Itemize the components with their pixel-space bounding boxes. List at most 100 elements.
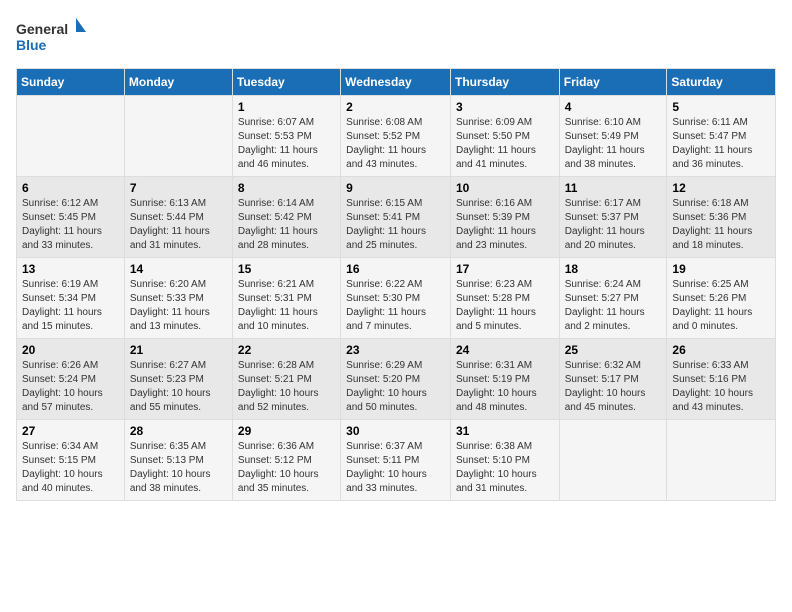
calendar-cell — [559, 420, 667, 501]
calendar-cell: 14 Sunrise: 6:20 AM Sunset: 5:33 PM Dayli… — [124, 258, 232, 339]
calendar-cell: 15 Sunrise: 6:21 AM Sunset: 5:31 PM Dayli… — [232, 258, 340, 339]
day-info: Sunrise: 6:22 AM Sunset: 5:30 PM Dayligh… — [346, 278, 445, 334]
calendar-cell: 30 Sunrise: 6:37 AM Sunset: 5:11 PM Dayli… — [341, 420, 451, 501]
calendar-cell: 20Sunrise: 6:26 AM Sunset: 5:24 PM Dayli… — [17, 339, 125, 420]
day-number: 24 — [456, 343, 554, 357]
day-info: Sunrise: 6:29 AM Sunset: 5:20 PM Dayligh… — [346, 359, 445, 415]
day-number: 29 — [238, 424, 335, 438]
day-number: 19 — [672, 262, 770, 276]
day-info: Sunrise: 6:26 AM Sunset: 5:24 PM Dayligh… — [22, 359, 119, 415]
day-header-tuesday: Tuesday — [232, 69, 340, 96]
calendar-week-row: 13 Sunrise: 6:19 AM Sunset: 5:34 PM Dayli… — [17, 258, 776, 339]
day-number: 9 — [346, 181, 445, 195]
day-number: 8 — [238, 181, 335, 195]
day-info: Sunrise: 6:36 AM Sunset: 5:12 PM Dayligh… — [238, 440, 335, 496]
day-number: 23 — [346, 343, 445, 357]
calendar-cell: 19Sunrise: 6:25 AM Sunset: 5:26 PM Dayli… — [667, 258, 776, 339]
day-number: 27 — [22, 424, 119, 438]
day-number: 5 — [672, 100, 770, 114]
day-number: 7 — [130, 181, 227, 195]
calendar-cell: 18Sunrise: 6:24 AM Sunset: 5:27 PM Dayli… — [559, 258, 667, 339]
day-info: Sunrise: 6:34 AM Sunset: 5:15 PM Dayligh… — [22, 440, 119, 496]
calendar-cell: 4 Sunrise: 6:10 AM Sunset: 5:49 PM Daylig… — [559, 96, 667, 177]
day-info: Sunrise: 6:37 AM Sunset: 5:11 PM Dayligh… — [346, 440, 445, 496]
calendar-week-row: 20Sunrise: 6:26 AM Sunset: 5:24 PM Dayli… — [17, 339, 776, 420]
day-number: 15 — [238, 262, 335, 276]
day-info: Sunrise: 6:28 AM Sunset: 5:21 PM Dayligh… — [238, 359, 335, 415]
calendar-cell: 22 Sunrise: 6:28 AM Sunset: 5:21 PM Dayli… — [232, 339, 340, 420]
day-number: 1 — [238, 100, 335, 114]
calendar-cell: 9 Sunrise: 6:15 AM Sunset: 5:41 PM Daylig… — [341, 177, 451, 258]
day-number: 18 — [565, 262, 662, 276]
day-number: 4 — [565, 100, 662, 114]
day-info: Sunrise: 6:32 AM Sunset: 5:17 PM Dayligh… — [565, 359, 662, 415]
day-header-monday: Monday — [124, 69, 232, 96]
day-info: Sunrise: 6:27 AM Sunset: 5:23 PM Dayligh… — [130, 359, 227, 415]
day-header-saturday: Saturday — [667, 69, 776, 96]
calendar-cell: 12Sunrise: 6:18 AM Sunset: 5:36 PM Dayli… — [667, 177, 776, 258]
calendar-cell: 17 Sunrise: 6:23 AM Sunset: 5:28 PM Dayli… — [450, 258, 559, 339]
calendar-cell: 21 Sunrise: 6:27 AM Sunset: 5:23 PM Dayli… — [124, 339, 232, 420]
day-info: Sunrise: 6:10 AM Sunset: 5:49 PM Dayligh… — [565, 116, 662, 172]
day-number: 28 — [130, 424, 227, 438]
day-info: Sunrise: 6:16 AM Sunset: 5:39 PM Dayligh… — [456, 197, 554, 253]
calendar-week-row: 1 Sunrise: 6:07 AM Sunset: 5:53 PM Daylig… — [17, 96, 776, 177]
day-info: Sunrise: 6:13 AM Sunset: 5:44 PM Dayligh… — [130, 197, 227, 253]
day-info: Sunrise: 6:19 AM Sunset: 5:34 PM Dayligh… — [22, 278, 119, 334]
day-info: Sunrise: 6:15 AM Sunset: 5:41 PM Dayligh… — [346, 197, 445, 253]
day-info: Sunrise: 6:38 AM Sunset: 5:10 PM Dayligh… — [456, 440, 554, 496]
calendar-cell: 26Sunrise: 6:33 AM Sunset: 5:16 PM Dayli… — [667, 339, 776, 420]
days-header-row: SundayMondayTuesdayWednesdayThursdayFrid… — [17, 69, 776, 96]
calendar-cell: 28 Sunrise: 6:35 AM Sunset: 5:13 PM Dayli… — [124, 420, 232, 501]
calendar-week-row: 6Sunrise: 6:12 AM Sunset: 5:45 PM Daylig… — [17, 177, 776, 258]
calendar-cell: 3 Sunrise: 6:09 AM Sunset: 5:50 PM Daylig… — [450, 96, 559, 177]
day-number: 22 — [238, 343, 335, 357]
day-info: Sunrise: 6:20 AM Sunset: 5:33 PM Dayligh… — [130, 278, 227, 334]
day-number: 11 — [565, 181, 662, 195]
calendar-cell — [124, 96, 232, 177]
day-info: Sunrise: 6:09 AM Sunset: 5:50 PM Dayligh… — [456, 116, 554, 172]
day-header-sunday: Sunday — [17, 69, 125, 96]
day-number: 21 — [130, 343, 227, 357]
day-info: Sunrise: 6:21 AM Sunset: 5:31 PM Dayligh… — [238, 278, 335, 334]
logo-svg: General Blue — [16, 16, 86, 56]
calendar-table: SundayMondayTuesdayWednesdayThursdayFrid… — [16, 68, 776, 501]
day-number: 12 — [672, 181, 770, 195]
calendar-cell: 8Sunrise: 6:14 AM Sunset: 5:42 PM Daylig… — [232, 177, 340, 258]
day-number: 25 — [565, 343, 662, 357]
day-number: 30 — [346, 424, 445, 438]
calendar-cell: 16 Sunrise: 6:22 AM Sunset: 5:30 PM Dayli… — [341, 258, 451, 339]
day-number: 31 — [456, 424, 554, 438]
day-number: 2 — [346, 100, 445, 114]
calendar-cell — [17, 96, 125, 177]
calendar-cell: 23 Sunrise: 6:29 AM Sunset: 5:20 PM Dayli… — [341, 339, 451, 420]
day-number: 16 — [346, 262, 445, 276]
svg-text:General: General — [16, 21, 68, 37]
calendar-cell: 31 Sunrise: 6:38 AM Sunset: 5:10 PM Dayli… — [450, 420, 559, 501]
day-number: 13 — [22, 262, 119, 276]
day-number: 17 — [456, 262, 554, 276]
calendar-cell: 2Sunrise: 6:08 AM Sunset: 5:52 PM Daylig… — [341, 96, 451, 177]
day-header-wednesday: Wednesday — [341, 69, 451, 96]
calendar-cell: 11 Sunrise: 6:17 AM Sunset: 5:37 PM Dayli… — [559, 177, 667, 258]
calendar-cell: 24Sunrise: 6:31 AM Sunset: 5:19 PM Dayli… — [450, 339, 559, 420]
day-info: Sunrise: 6:07 AM Sunset: 5:53 PM Dayligh… — [238, 116, 335, 172]
day-number: 3 — [456, 100, 554, 114]
day-number: 10 — [456, 181, 554, 195]
day-info: Sunrise: 6:23 AM Sunset: 5:28 PM Dayligh… — [456, 278, 554, 334]
day-info: Sunrise: 6:11 AM Sunset: 5:47 PM Dayligh… — [672, 116, 770, 172]
calendar-cell: 10 Sunrise: 6:16 AM Sunset: 5:39 PM Dayli… — [450, 177, 559, 258]
calendar-cell — [667, 420, 776, 501]
logo: General Blue — [16, 16, 86, 56]
day-info: Sunrise: 6:33 AM Sunset: 5:16 PM Dayligh… — [672, 359, 770, 415]
day-info: Sunrise: 6:35 AM Sunset: 5:13 PM Dayligh… — [130, 440, 227, 496]
calendar-cell: 13 Sunrise: 6:19 AM Sunset: 5:34 PM Dayli… — [17, 258, 125, 339]
day-header-thursday: Thursday — [450, 69, 559, 96]
day-info: Sunrise: 6:17 AM Sunset: 5:37 PM Dayligh… — [565, 197, 662, 253]
day-number: 14 — [130, 262, 227, 276]
calendar-cell: 29 Sunrise: 6:36 AM Sunset: 5:12 PM Dayli… — [232, 420, 340, 501]
page-header: General Blue — [16, 16, 776, 56]
calendar-cell: 1 Sunrise: 6:07 AM Sunset: 5:53 PM Daylig… — [232, 96, 340, 177]
calendar-cell: 7 Sunrise: 6:13 AM Sunset: 5:44 PM Daylig… — [124, 177, 232, 258]
day-info: Sunrise: 6:12 AM Sunset: 5:45 PM Dayligh… — [22, 197, 119, 253]
